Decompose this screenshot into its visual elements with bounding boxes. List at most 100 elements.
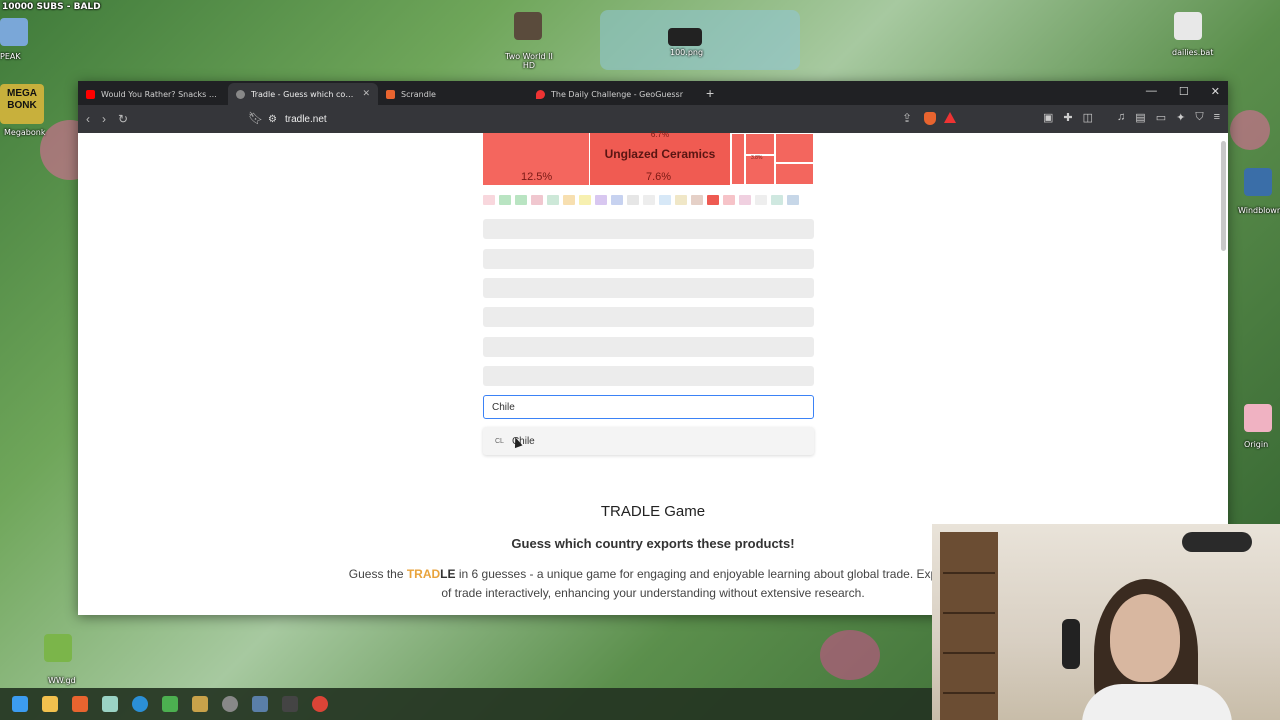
color-swatch	[659, 195, 671, 205]
guess-slot	[483, 337, 814, 357]
color-swatch	[547, 195, 559, 205]
tab-scrandle[interactable]: Scrandle	[378, 83, 528, 105]
microphone	[1062, 619, 1080, 669]
origin-app-icon[interactable]	[1244, 404, 1272, 432]
tab-bar: Would You Rather? Snacks & Junk Fo Tradl…	[78, 81, 1228, 105]
person-face	[1110, 594, 1180, 682]
tab-label: The Daily Challenge - GeoGuessr	[551, 89, 684, 99]
tab-label: Scrandle	[401, 89, 436, 99]
app-icon[interactable]	[102, 696, 118, 712]
file-explorer-icon[interactable]	[42, 696, 58, 712]
about-heading: TRADLE Game	[600, 503, 706, 520]
maximize-icon[interactable]: ☐	[1179, 85, 1189, 98]
reload-icon[interactable]: ↻	[118, 112, 128, 126]
treemap-pct: 6.7%	[650, 130, 670, 139]
flower-decoration	[820, 630, 880, 680]
banner-text: 10000 SUBS - BALD	[2, 2, 101, 12]
forward-icon[interactable]: ›	[102, 112, 106, 126]
ceiling-fan	[1182, 532, 1252, 552]
brave-shield-icon[interactable]	[924, 112, 936, 125]
address-bar[interactable]: ⚙ tradle.net	[268, 109, 958, 129]
location-pin-icon	[536, 89, 545, 99]
vpn-icon[interactable]: ⛉	[1195, 111, 1203, 124]
music-icon[interactable]: ♫	[1117, 111, 1125, 124]
game-app-icon[interactable]	[44, 634, 72, 662]
site-info-icon[interactable]: ⚙	[268, 114, 277, 125]
edge-icon[interactable]	[132, 696, 148, 712]
browser-toolbar: ‹ › ↻ 🔖︎ ⚙ tradle.net ⇪ ▣ ✚ ◫ ♫ ▤ ▭ ✦ ⛉ …	[78, 105, 1228, 133]
app-icon[interactable]	[162, 696, 178, 712]
tab-tradle[interactable]: Tradle - Guess which country exp ✕	[228, 83, 378, 105]
peak-app-icon[interactable]	[0, 18, 28, 46]
window-controls: — ☐ ✕	[1146, 85, 1220, 98]
color-swatch	[691, 195, 703, 205]
desc-text: of trade interactively, enhancing your u…	[441, 586, 865, 600]
brave-rewards-icon[interactable]	[944, 112, 956, 123]
chrome-icon[interactable]	[312, 696, 328, 712]
loading-icon	[236, 89, 245, 99]
color-swatch	[499, 195, 511, 205]
color-swatch	[643, 195, 655, 205]
megabonk-app-icon[interactable]: MEGA BONK	[0, 84, 44, 124]
close-icon[interactable]: ✕	[1211, 85, 1220, 98]
puzzle-icon[interactable]: ✚	[1063, 111, 1072, 124]
treemap-subcell	[731, 133, 745, 185]
treemap-subcell	[775, 163, 815, 185]
treemap-pct: 7.6%	[646, 171, 672, 183]
scrollbar[interactable]	[1221, 141, 1226, 251]
extension-icon[interactable]: ◫	[1083, 111, 1093, 124]
color-swatch	[579, 195, 591, 205]
treemap-cell: 12.5%	[483, 133, 589, 185]
color-swatch	[739, 195, 751, 205]
desktop-icon-label: 100.png	[670, 48, 704, 57]
color-swatch	[771, 195, 783, 205]
two-world-app-icon[interactable]	[514, 12, 542, 40]
country-search-input[interactable]: Chile	[483, 395, 814, 419]
country-flag-icon: CL	[495, 437, 504, 445]
treemap-pct: 12.5%	[521, 171, 553, 183]
image-file-icon[interactable]	[668, 28, 702, 46]
guess-color-swatches	[483, 195, 799, 205]
color-swatch	[723, 195, 735, 205]
color-swatch	[675, 195, 687, 205]
desktop-icon-label: PEAK	[0, 52, 21, 61]
country-suggestion[interactable]: CL Chile	[483, 427, 814, 455]
app-icon[interactable]	[252, 696, 268, 712]
leo-icon[interactable]: ✦	[1176, 111, 1185, 124]
search-input-value: Chile	[492, 401, 515, 413]
tab-label: Would You Rather? Snacks & Junk Fo	[101, 89, 220, 99]
close-tab-icon[interactable]: ✕	[362, 89, 370, 99]
share-icon[interactable]: ⇪	[902, 111, 912, 125]
windblown-app-icon[interactable]	[1244, 168, 1272, 196]
extension-icon[interactable]: ▣	[1043, 111, 1053, 124]
guess-slot	[483, 366, 814, 386]
extensions-area: ▣ ✚ ◫ ♫ ▤ ▭ ✦ ⛉ ≡	[1043, 111, 1220, 124]
brave-icon[interactable]	[72, 696, 88, 712]
minimize-icon[interactable]: —	[1146, 85, 1157, 98]
sidebar-icon[interactable]: ▤	[1135, 111, 1145, 124]
url-text: tradle.net	[284, 113, 327, 125]
bookshelf	[940, 532, 998, 720]
wallet-icon[interactable]: ▭	[1156, 111, 1166, 124]
tab-would-you-rather[interactable]: Would You Rather? Snacks & Junk Fo	[78, 83, 228, 105]
desktop-icon-label: Origin	[1244, 440, 1269, 449]
color-swatch	[563, 195, 575, 205]
tab-geoguessr[interactable]: The Daily Challenge - GeoGuessr	[528, 83, 698, 105]
color-swatch	[611, 195, 623, 205]
app-icon[interactable]	[282, 696, 298, 712]
brand-text: TRAD	[406, 567, 441, 581]
desktop-icon-label: Two World II HD	[505, 52, 553, 70]
league-icon[interactable]	[192, 696, 208, 712]
guess-slot	[483, 307, 814, 327]
treemap-pct: 3.8%	[751, 155, 763, 161]
back-icon[interactable]: ‹	[86, 112, 90, 126]
treemap-subcell	[745, 133, 775, 155]
settings-icon[interactable]	[222, 696, 238, 712]
bookmark-icon[interactable]: 🔖︎	[248, 111, 263, 125]
gear-icon[interactable]	[1174, 12, 1202, 40]
new-tab-button[interactable]: +	[706, 85, 714, 101]
tab-label: Tradle - Guess which country exp	[251, 89, 356, 99]
menu-icon[interactable]: ≡	[1214, 111, 1220, 124]
webcam-overlay	[932, 524, 1280, 720]
windows-start-icon[interactable]	[12, 696, 28, 712]
